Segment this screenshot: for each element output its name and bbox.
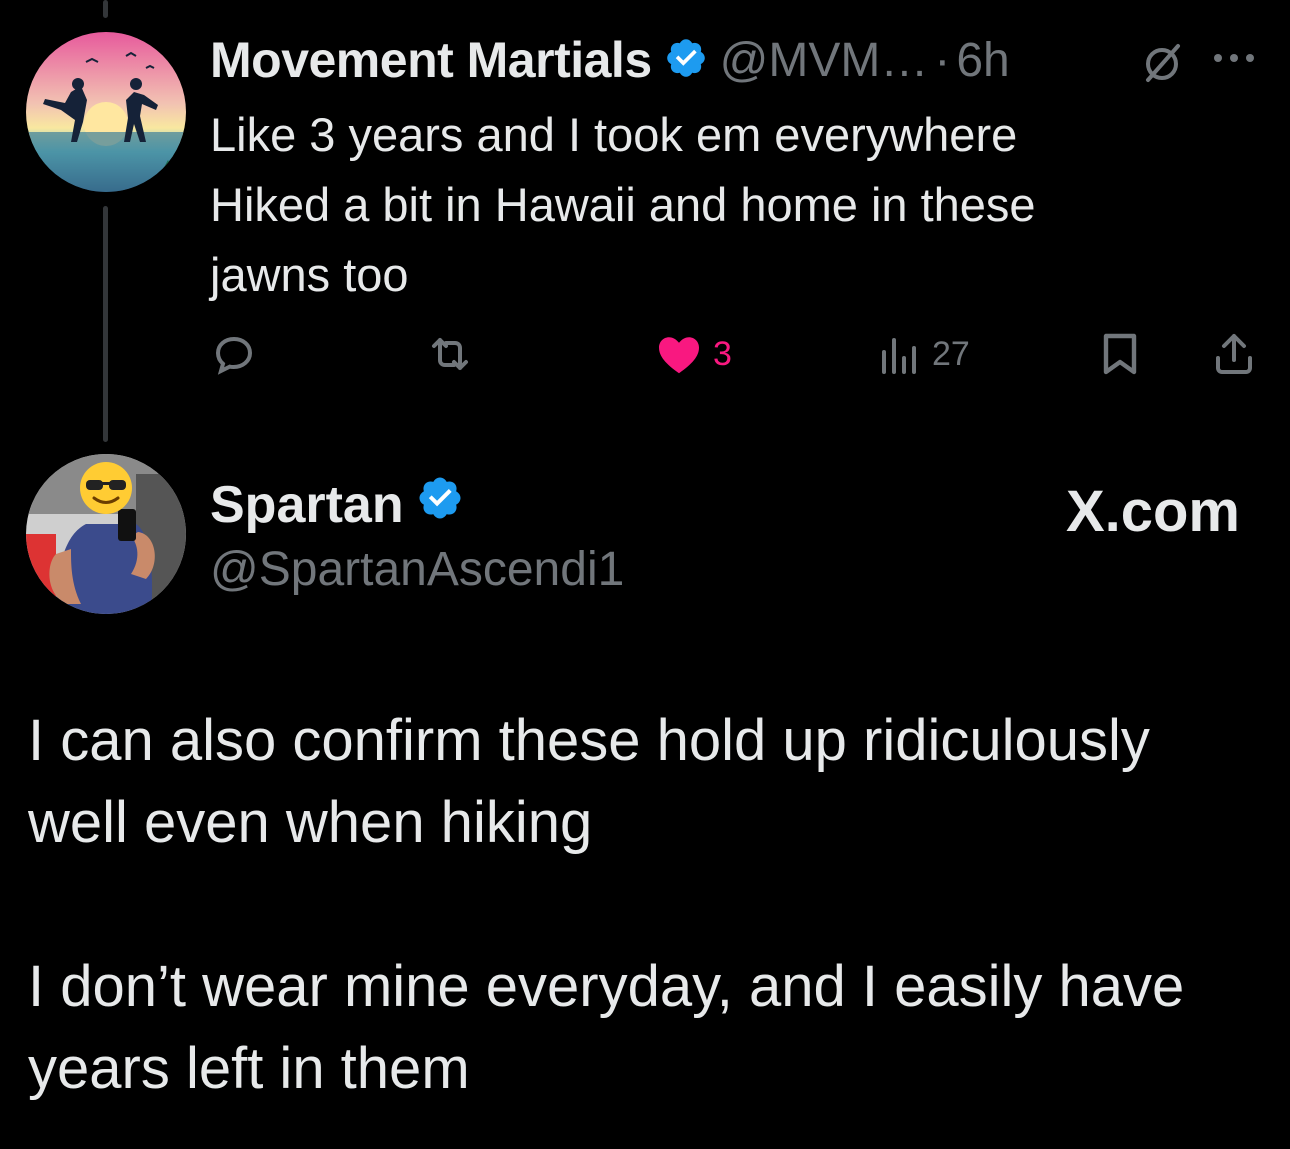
more-options-icon[interactable] (1212, 50, 1256, 71)
avatar-spartan[interactable] (26, 454, 186, 614)
reply-handle[interactable]: @MVM… (720, 33, 929, 88)
reply-header: Movement Martials @MVM… · 6h (210, 30, 1010, 90)
brand-label: X.com (1065, 479, 1240, 544)
main-post-text: I can also confirm these hold up ridicul… (28, 700, 1258, 1110)
comment-icon (215, 336, 253, 375)
display-name: Spartan (210, 475, 404, 534)
heart-icon (659, 337, 699, 374)
reply-time[interactable]: 6h (956, 33, 1009, 88)
view-count: 27 (932, 334, 970, 373)
views-button[interactable]: 27 (878, 322, 970, 386)
like-button[interactable]: 3 (655, 322, 732, 386)
analytics-icon (882, 338, 916, 374)
x-com-brand: X.com (1066, 478, 1240, 545)
reply-text-line: jawns too (210, 248, 409, 301)
profile-photo (26, 454, 186, 614)
thread-line (103, 206, 108, 442)
like-count: 3 (713, 334, 732, 373)
post-line: I don’t wear mine everyday, and I easily… (28, 954, 1185, 1019)
reply-button[interactable] (210, 322, 258, 386)
reply-text: Like 3 years and I took em everywhere Hi… (210, 100, 1250, 310)
repost-icon (432, 338, 468, 370)
reply-action-bar: 3 27 (210, 322, 1260, 386)
martial-arts-sunset-image (26, 32, 186, 192)
post-line: well even when hiking (28, 790, 593, 855)
post-line: I can also confirm these hold up ridicul… (28, 708, 1150, 773)
grok-icon[interactable] (1138, 40, 1186, 89)
share-icon (1216, 334, 1252, 374)
reply-display-name[interactable]: Movement Martials (210, 31, 652, 89)
bookmark-button[interactable] (1098, 322, 1142, 386)
separator-dot: · (934, 33, 951, 87)
verified-badge-icon (416, 474, 464, 535)
main-author-handle[interactable]: @SpartanAscendi1 (210, 542, 624, 597)
reply-text-line: Hiked a bit in Hawaii and home in these (210, 178, 1036, 231)
thread-line-top (103, 0, 108, 18)
avatar-movement-martials[interactable] (26, 32, 186, 192)
verified-badge-icon (664, 36, 708, 85)
post-line: years left in them (28, 1036, 470, 1101)
main-author-name[interactable]: Spartan (210, 474, 464, 535)
bookmark-icon (1103, 333, 1137, 375)
reply-text-line: Like 3 years and I took em everywhere (210, 108, 1018, 161)
repost-button[interactable] (424, 322, 476, 386)
share-button[interactable] (1210, 322, 1258, 386)
